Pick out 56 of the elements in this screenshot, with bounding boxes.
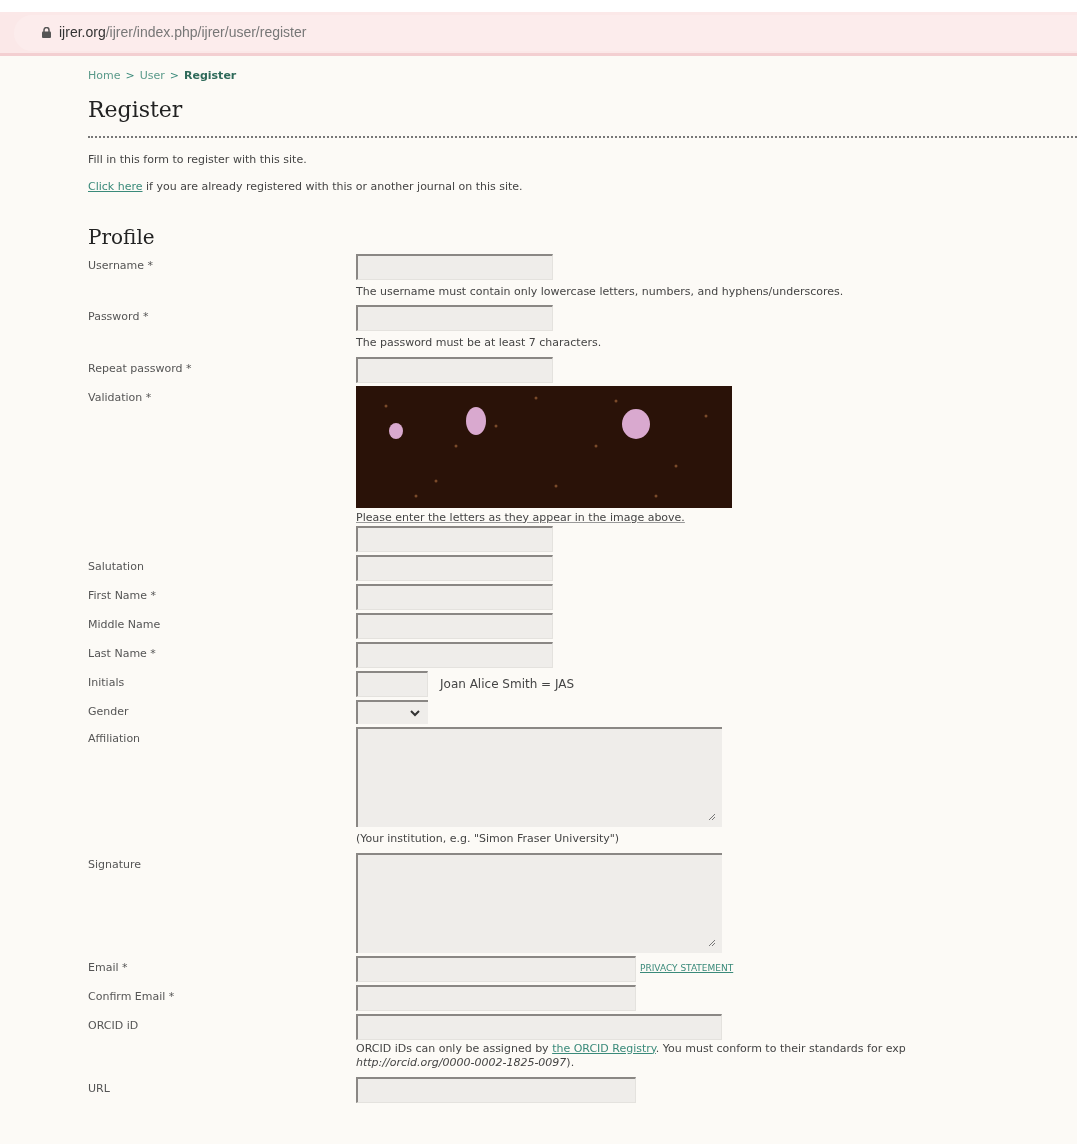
field-label: Middle Name (88, 617, 162, 633)
text-field[interactable] (356, 555, 553, 581)
field-label: Repeat password * (88, 360, 193, 377)
field-label: Password * (88, 309, 150, 325)
login-note: Click here if you are already registered with this or another journal on this site. (88, 179, 524, 195)
chevron-down-icon (410, 709, 420, 717)
text-field[interactable] (356, 305, 553, 331)
text-field[interactable] (356, 1013, 722, 1040)
captcha-hint: Please enter the letters as they appear in the image above. (356, 509, 686, 526)
intro-text: Fill in this form to register with this site. (88, 151, 308, 168)
field-label: Salutation (88, 559, 145, 575)
breadcrumb-link[interactable]: User (139, 68, 165, 85)
field-label: Affiliation (88, 731, 142, 747)
text-field[interactable] (356, 984, 636, 1011)
field-label: Email * (88, 959, 129, 976)
orcid-hint: ORCID iDs can only be assigned by the ORCID Registry. You must conform to their standards for exp (356, 1041, 906, 1056)
orcid-example: http://orcid.org/0000-0002-1825-0097). (356, 1055, 576, 1070)
gender-select[interactable] (356, 700, 428, 724)
click-here-link[interactable]: Click here (88, 180, 143, 193)
field-label: ORCID iD (88, 1017, 140, 1034)
url-field[interactable]: ijrer.org/ijrer/index.php/ijrer/user/register (14, 14, 1077, 51)
field-label: Username * (88, 257, 155, 274)
section-heading: Profile (88, 223, 156, 251)
orcid-registry-link[interactable]: the ORCID Registry (552, 1041, 656, 1055)
breadcrumb-link[interactable]: Register (184, 68, 237, 85)
breadcrumb-link[interactable]: Home (88, 68, 121, 85)
privacy-statement-link[interactable]: PRIVACY STATEMENT (640, 961, 734, 976)
field-label: Gender (88, 704, 130, 720)
breadcrumb-separator: > (169, 68, 179, 84)
text-field[interactable] (356, 642, 553, 668)
text-field[interactable] (356, 356, 553, 383)
text-area[interactable] (356, 727, 722, 827)
text-field[interactable] (356, 671, 428, 697)
field-label: First Name * (88, 588, 158, 604)
text-field[interactable] (356, 1076, 636, 1103)
field-label: Initials (88, 675, 126, 691)
field-hint: The password must be at least 7 characters. (356, 335, 602, 351)
text-field[interactable] (356, 955, 636, 982)
captcha-field[interactable] (356, 526, 553, 552)
resize-handle-icon (708, 813, 716, 821)
field-label: Confirm Email * (88, 988, 176, 1005)
field-hint: The username must contain only lowercase letters, numbers, and hyphens/underscores. (356, 283, 844, 300)
field-label: Signature (88, 856, 143, 873)
field-label: Last Name * (88, 646, 157, 662)
text-area[interactable] (356, 852, 722, 953)
text-field[interactable] (356, 584, 553, 610)
field-label: Validation * (88, 389, 153, 406)
text-field[interactable] (356, 613, 553, 639)
field-label: URL (88, 1080, 111, 1097)
field-hint: (Your institution, e.g. "Simon Fraser University") (356, 831, 621, 847)
breadcrumb-separator: > (125, 68, 135, 84)
text-field[interactable] (356, 253, 553, 280)
lock-icon (42, 27, 51, 38)
page-title: Register (88, 95, 184, 124)
resize-handle-icon (708, 938, 716, 947)
initials-example: Joan Alice Smith = JAS (440, 676, 575, 693)
